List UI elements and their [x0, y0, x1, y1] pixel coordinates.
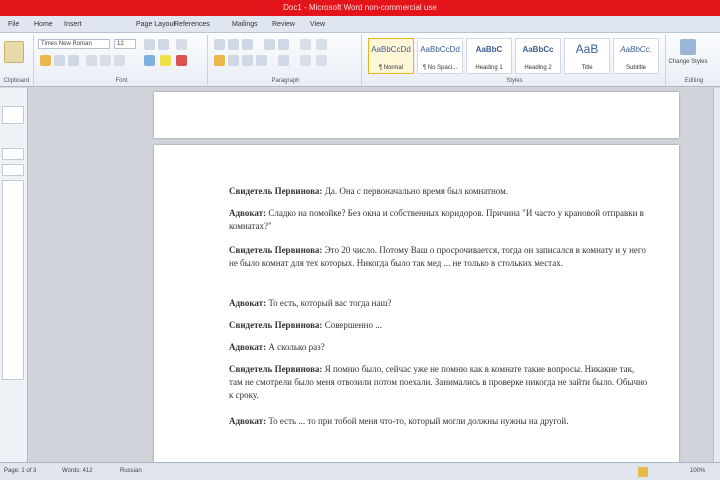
show-marks-icon[interactable]	[316, 39, 327, 50]
nav-thumbnail[interactable]	[2, 164, 24, 176]
style-name: Title	[581, 65, 593, 71]
tab-insert[interactable]: Insert	[60, 18, 86, 32]
style-name: ¶ No Spaci...	[422, 65, 458, 71]
print-layout-icon[interactable]	[638, 467, 648, 477]
numbering-icon[interactable]	[228, 39, 239, 50]
style-heading-1[interactable]: AaBbC Heading 1	[466, 38, 512, 74]
font-label: Font	[115, 78, 128, 84]
paragraph-label: Paragraph	[271, 78, 300, 84]
style-subtitle[interactable]: AaBbCc. Subtitle	[613, 38, 659, 74]
style-title[interactable]: AaB Title	[564, 38, 610, 74]
style-sample: AaBbCc	[522, 45, 554, 54]
styles-group: AaBbCcDd ¶ Normal AaBbCcDd ¶ No Spaci...…	[364, 35, 666, 85]
transcript-paragraph[interactable]: Адвокат: Сладко на помойке? Без окна и с…	[229, 207, 649, 233]
multilevel-list-icon[interactable]	[242, 39, 253, 50]
style-name: Heading 1	[475, 65, 503, 71]
ribbon: Clipboard Times New Roman 12 Font Paragr…	[0, 33, 720, 87]
change-styles-label[interactable]: Change Styles	[668, 59, 708, 65]
zoom-level[interactable]: 100%	[690, 463, 705, 480]
borders-icon[interactable]	[316, 55, 327, 66]
nav-thumbnail[interactable]	[2, 148, 24, 160]
status-bar: Page: 1 of 3 Words: 412 Russian 100%	[0, 462, 720, 480]
style-heading-2[interactable]: AaBbCc Heading 2	[515, 38, 561, 74]
underline-icon[interactable]	[68, 55, 79, 66]
ribbon-tabs: File Home Insert Page Layout References …	[0, 16, 720, 33]
transcript-paragraph[interactable]: Свидетель Первинова: Это 20 число. Потом…	[229, 244, 649, 270]
tab-references[interactable]: References	[170, 18, 214, 32]
clear-format-icon[interactable]	[176, 39, 187, 50]
word-count[interactable]: Words: 412	[62, 463, 93, 480]
transcript-paragraph[interactable]: Адвокат: То есть ... то при тобой меня ч…	[229, 415, 649, 428]
paragraph-group: Paragraph	[210, 35, 362, 85]
font-name-box[interactable]: Times New Roman	[38, 39, 110, 49]
style-name: ¶ Normal	[378, 65, 404, 71]
italic-icon[interactable]	[54, 55, 65, 66]
increase-indent-icon[interactable]	[278, 39, 289, 50]
clipboard-group: Clipboard	[0, 35, 34, 85]
transcript-paragraph[interactable]: Свидетель Первинова: Да. Она с первонача…	[229, 185, 649, 198]
style-sample: AaBbCcDd	[420, 45, 460, 54]
tab-review[interactable]: Review	[268, 18, 299, 32]
tab-home[interactable]: Home	[30, 18, 57, 32]
font-group: Times New Roman 12 Font	[36, 35, 208, 85]
styles-label: Styles	[506, 78, 523, 84]
strikethrough-icon[interactable]	[86, 55, 97, 66]
clipboard-label: Clipboard	[3, 78, 30, 84]
style-sample: AaB	[575, 42, 599, 56]
style-name: Subtitle	[625, 65, 646, 71]
bullets-icon[interactable]	[214, 39, 225, 50]
align-right-icon[interactable]	[242, 55, 253, 66]
window-title: Doc1 - Microsoft Word non-commercial use	[283, 3, 437, 12]
page-count[interactable]: Page: 1 of 3	[4, 463, 36, 480]
document-area: Свидетель Первинова: Да. Она с первонача…	[29, 88, 720, 475]
paste-button[interactable]	[4, 41, 24, 63]
font-size-box[interactable]: 12	[114, 39, 136, 49]
editing-group: Change Styles Editing	[668, 35, 720, 85]
change-styles-icon[interactable]	[680, 39, 696, 55]
title-bar: Doc1 - Microsoft Word non-commercial use	[0, 0, 720, 16]
grow-font-icon[interactable]	[144, 39, 155, 50]
style-normal[interactable]: AaBbCcDd ¶ Normal	[368, 38, 414, 74]
style-sample: AaBbC	[475, 45, 503, 54]
nav-results[interactable]	[2, 180, 24, 380]
transcript-paragraph[interactable]: Адвокат: А сколько раз?	[229, 341, 649, 354]
subscript-icon[interactable]	[100, 55, 111, 66]
language-indicator[interactable]: Russian	[120, 463, 142, 480]
transcript-paragraph[interactable]: Адвокат: То есть, который вас тогда наш?	[229, 297, 649, 310]
style-name: Heading 2	[524, 65, 552, 71]
style-no-spacing[interactable]: AaBbCcDd ¶ No Spaci...	[417, 38, 463, 74]
style-sample: AaBbCc.	[620, 45, 652, 54]
navigation-pane	[0, 88, 28, 462]
shrink-font-icon[interactable]	[158, 39, 169, 50]
vertical-scrollbar[interactable]	[713, 88, 720, 462]
document-page[interactable]: Свидетель Первинова: Да. Она с первонача…	[154, 145, 679, 475]
transcript-paragraph[interactable]: Свидетель Первинова: Я помню было, сейча…	[229, 363, 649, 402]
align-center-icon[interactable]	[228, 55, 239, 66]
superscript-icon[interactable]	[114, 55, 125, 66]
line-spacing-icon[interactable]	[278, 55, 289, 66]
editing-label: Editing	[684, 78, 704, 84]
previous-page-bottom	[154, 92, 679, 138]
shading-icon[interactable]	[300, 55, 311, 66]
tab-view[interactable]: View	[306, 18, 329, 32]
decrease-indent-icon[interactable]	[264, 39, 275, 50]
justify-icon[interactable]	[256, 55, 267, 66]
tab-mailings[interactable]: Mailings	[228, 18, 262, 32]
transcript-paragraph[interactable]: Свидетель Первинова: Совершенно ...	[229, 319, 649, 332]
nav-search-box[interactable]	[2, 106, 24, 124]
tab-file[interactable]: File	[4, 18, 23, 32]
style-sample: AaBbCcDd	[371, 45, 411, 54]
font-color-icon[interactable]	[176, 55, 187, 66]
align-left-icon[interactable]	[214, 55, 225, 66]
highlight-icon[interactable]	[160, 55, 171, 66]
sort-icon[interactable]	[300, 39, 311, 50]
bold-icon[interactable]	[40, 55, 51, 66]
text-effects-icon[interactable]	[144, 55, 155, 66]
